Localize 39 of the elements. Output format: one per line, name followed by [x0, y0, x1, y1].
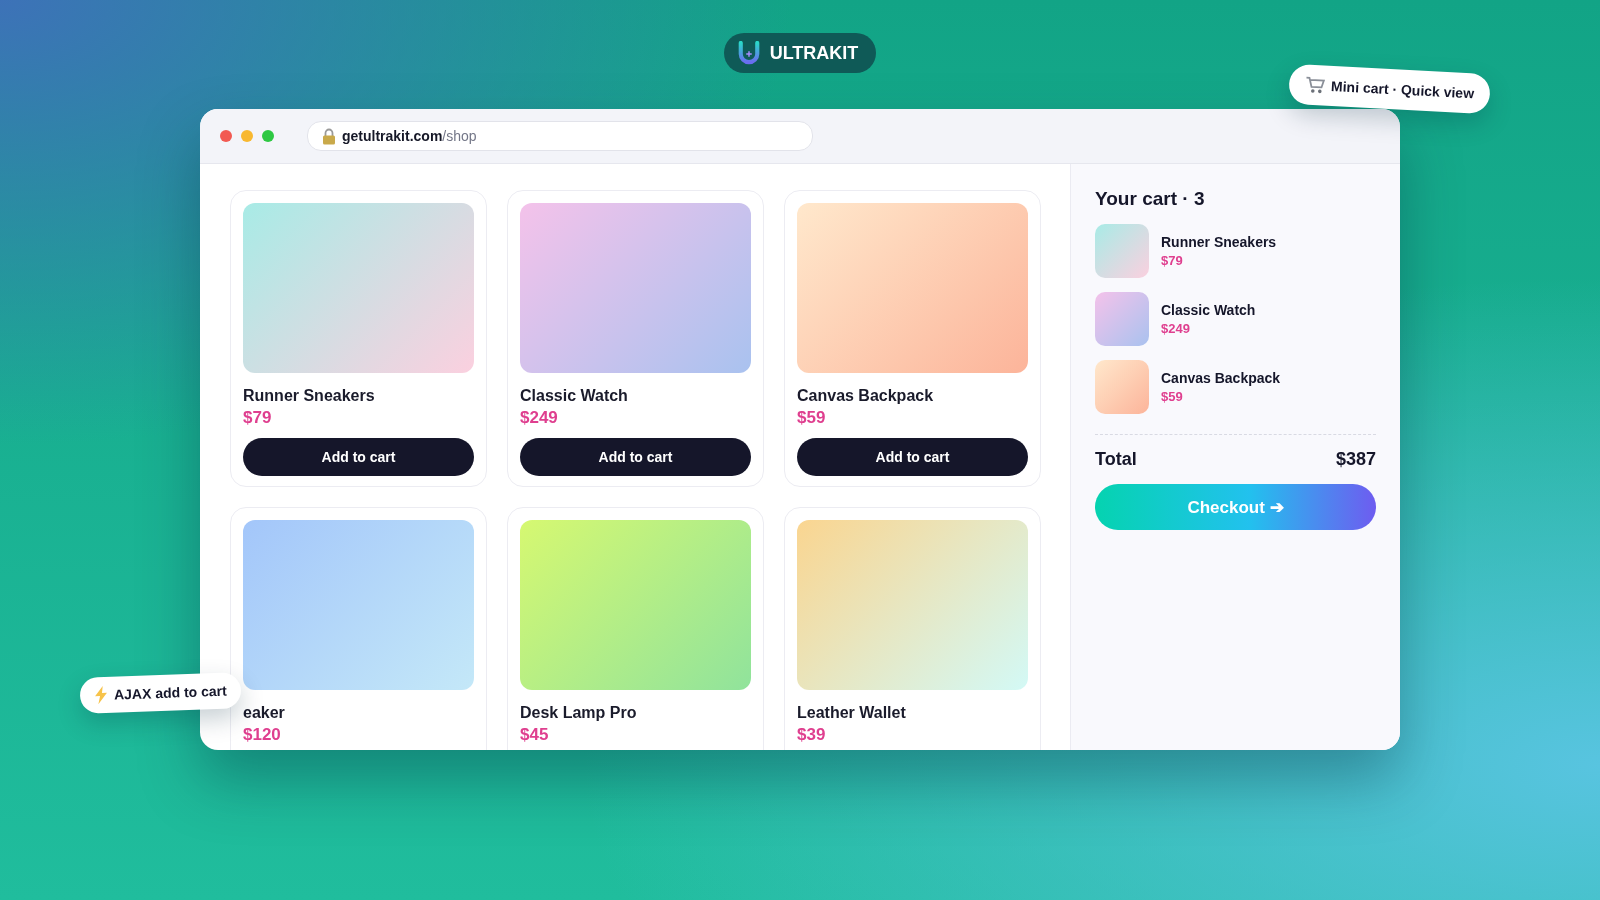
cart-item-image — [1095, 360, 1149, 414]
product-name: Desk Lamp Pro — [520, 704, 638, 722]
product-price: $249 — [520, 408, 559, 428]
cart-item-name: Classic Watch — [1161, 302, 1256, 318]
product-price: $79 — [243, 408, 273, 428]
address-bar[interactable]: getultrakit.com/shop — [307, 121, 813, 151]
cart-item-image — [1095, 224, 1149, 278]
cart-item-price: $79 — [1161, 253, 1184, 268]
add-to-cart-button[interactable]: Add to cart — [520, 438, 751, 476]
total-amount: $387 — [1335, 449, 1376, 470]
cart-item-price: $249 — [1161, 321, 1191, 336]
badge-label: AJAX add to cart — [113, 682, 228, 703]
product-name: Runner Sneakers — [243, 387, 376, 405]
product-price: $59 — [797, 408, 827, 428]
cart-item-price: $59 — [1161, 389, 1184, 404]
cart-title: Your cart · 3 — [1095, 188, 1206, 210]
padlock-icon — [322, 127, 336, 145]
product-price: $39 — [797, 725, 827, 745]
logo-icon — [737, 41, 760, 65]
minimize-dot-icon[interactable] — [241, 130, 253, 142]
add-to-cart-button[interactable]: Add to cart — [243, 438, 474, 476]
badge-label: Mini cart · Quick view — [1330, 77, 1475, 102]
product-price: $45 — [520, 725, 550, 745]
cart-item-name: Canvas Backpack — [1161, 370, 1281, 386]
total-label: Total — [1095, 449, 1137, 470]
cart-icon — [1304, 75, 1326, 95]
close-dot-icon[interactable] — [220, 130, 232, 142]
product-name: Leather Wallet — [797, 704, 907, 722]
product-name: Canvas Backpack — [797, 387, 935, 405]
add-to-cart-button[interactable]: Add to cart — [797, 438, 1028, 476]
cart-item-name: Runner Sneakers — [1161, 234, 1277, 250]
lightning-icon — [93, 685, 109, 705]
url-text: getultrakit.com/shop — [342, 128, 477, 144]
product-name: eaker — [243, 704, 286, 722]
product-price: $120 — [243, 725, 282, 745]
maximize-dot-icon[interactable] — [262, 130, 274, 142]
product-name: Classic Watch — [520, 387, 629, 405]
brand-name: ULTRAKIT — [769, 42, 859, 64]
cart-item-image — [1095, 292, 1149, 346]
